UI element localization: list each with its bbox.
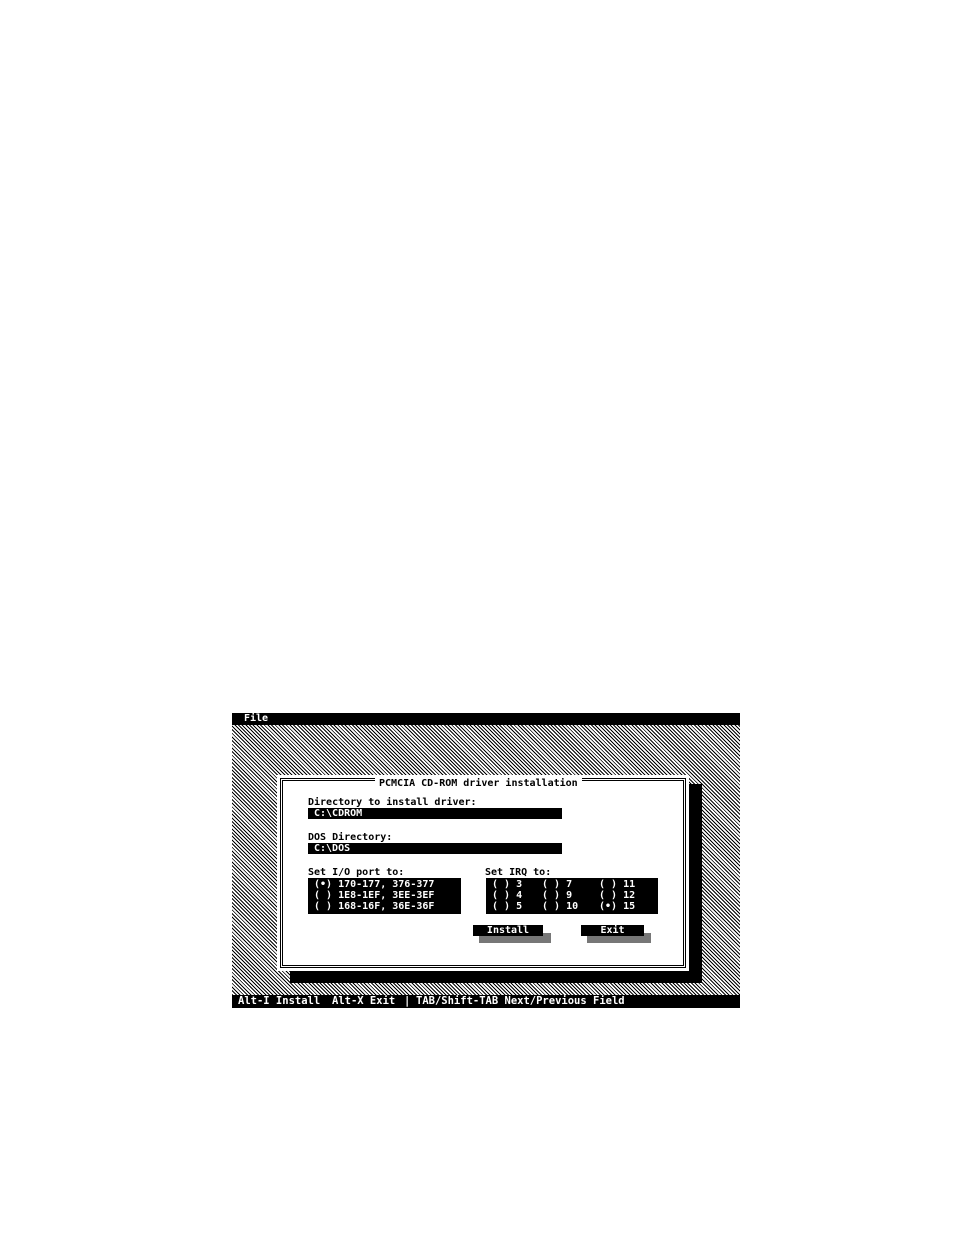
install-button[interactable]: Install [473, 925, 543, 936]
irq-option-7[interactable]: ( ) 7 [542, 879, 572, 890]
status-bar: Alt-I Install Alt-X Exit | TAB/Shift-TAB… [232, 995, 740, 1008]
dialog-title: PCMCIA CD-ROM driver installation [375, 778, 582, 790]
io-port-group: (•) 170-177, 376-377 ( ) 1E8-1EF, 3EE-3E… [308, 878, 461, 914]
exit-button[interactable]: Exit [581, 925, 644, 936]
irq-option-3[interactable]: ( ) 3 [492, 879, 522, 890]
status-install-hint: Alt-I Install [238, 995, 321, 1007]
io-port-option-168[interactable]: ( ) 168-16F, 36E-36F [314, 901, 434, 912]
dos-dir-label: DOS Directory: [308, 832, 393, 843]
irq-option-5[interactable]: ( ) 5 [492, 901, 522, 912]
install-dialog: PCMCIA CD-ROM driver installation Direct… [277, 775, 689, 971]
dos-installer-screen: File PCMCIA CD-ROM driver installation D… [232, 713, 740, 1008]
status-separator: | [404, 995, 411, 1007]
install-dir-label: Directory to install driver: [308, 797, 477, 808]
status-nav-hint: TAB/Shift-TAB Next/Previous Field [416, 995, 625, 1007]
io-port-option-170[interactable]: (•) 170-177, 376-377 [314, 879, 434, 890]
irq-option-10[interactable]: ( ) 10 [542, 901, 578, 912]
io-port-option-1e8[interactable]: ( ) 1E8-1EF, 3EE-3EF [314, 890, 434, 901]
irq-option-11[interactable]: ( ) 11 [599, 879, 635, 890]
irq-group: ( ) 3 ( ) 7 ( ) 11 ( ) 4 ( ) 9 ( ) 12 ( … [486, 878, 658, 914]
irq-option-9[interactable]: ( ) 9 [542, 890, 572, 901]
desktop-background: PCMCIA CD-ROM driver installation Direct… [232, 725, 740, 995]
status-exit-hint: Alt-X Exit [332, 995, 396, 1007]
irq-label: Set IRQ to: [485, 867, 552, 878]
irq-option-4[interactable]: ( ) 4 [492, 890, 522, 901]
menu-bar: File [232, 713, 740, 725]
irq-option-12[interactable]: ( ) 12 [599, 890, 635, 901]
install-dir-field[interactable]: C:\CDROM [308, 808, 562, 819]
io-port-label: Set I/O port to: [308, 867, 405, 878]
menu-file[interactable]: File [244, 713, 268, 725]
dos-dir-field[interactable]: C:\DOS [308, 843, 562, 854]
irq-option-15[interactable]: (•) 15 [599, 901, 635, 912]
